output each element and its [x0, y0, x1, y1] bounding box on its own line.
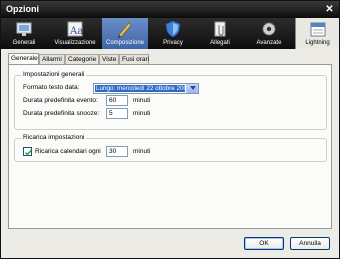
options-toolbar: Generali Aa Visualizzazione Composizione…: [1, 18, 339, 49]
ok-button[interactable]: OK: [244, 237, 284, 250]
tab-panel-generale: Impostazioni generali Formato testo data…: [8, 64, 332, 229]
event-duration-input[interactable]: 60: [106, 95, 128, 106]
reload-interval-unit: minuti: [133, 148, 151, 155]
calendar-icon: [310, 22, 325, 37]
toolbar-generali[interactable]: Generali: [6, 18, 42, 49]
toolbar-lightning[interactable]: Lightning: [295, 18, 339, 49]
reload-checkbox-label: Ricarica calendari ogni: [35, 148, 101, 155]
toolbar-label: Composizione: [105, 40, 145, 46]
toolbar-composizione[interactable]: Composizione: [102, 18, 148, 49]
snooze-duration-label: Durata predefinita snooze:: [23, 110, 100, 117]
toolbar-avanzate[interactable]: Avanzate: [247, 18, 291, 49]
toolbar-label: Allegati: [210, 40, 230, 46]
pen-icon: [118, 22, 132, 38]
chevron-down-icon[interactable]: [186, 84, 198, 93]
paperclip-icon: [214, 21, 226, 37]
font-icon: Aa: [67, 21, 83, 37]
svg-text:Aa: Aa: [69, 26, 83, 37]
snooze-duration-input[interactable]: 5: [106, 108, 128, 119]
options-window: Opzioni ✕ Generali Aa Visualizzazione Co…: [0, 0, 340, 259]
date-format-value: Lungo: mercoledì 22 ottobre 2008: [95, 85, 185, 92]
toolbar-label: Generali: [12, 40, 36, 46]
event-duration-label: Durata predefinita evento:: [23, 97, 98, 104]
date-format-label: Formato testo data:: [23, 84, 80, 91]
date-format-select[interactable]: Lungo: mercoledì 22 ottobre 2008: [93, 83, 199, 94]
cancel-button[interactable]: Annulla: [290, 237, 330, 250]
title-bar: Opzioni ✕: [1, 1, 339, 18]
toolbar-label: Avanzate: [256, 40, 282, 46]
close-button[interactable]: ✕: [323, 3, 336, 16]
group-title: Ricarica impostazioni: [21, 134, 87, 141]
group-title: Impostazioni generali: [21, 71, 87, 78]
event-duration-unit: minuti: [133, 97, 151, 104]
toolbar-visualizzazione[interactable]: Aa Visualizzazione: [50, 18, 100, 49]
general-settings-group: Impostazioni generali Formato testo data…: [14, 71, 327, 130]
gear-icon: [262, 22, 276, 36]
monitor-icon: [16, 22, 32, 36]
reload-checkbox[interactable]: [23, 147, 33, 156]
toolbar-allegati[interactable]: Allegati: [198, 18, 242, 49]
reload-interval-input[interactable]: 30: [106, 146, 128, 157]
toolbar-label: Lightning: [305, 40, 330, 46]
toolbar-privacy[interactable]: Privacy: [151, 18, 195, 49]
reload-settings-group: Ricarica impostazioni Ricarica calendari…: [14, 134, 327, 162]
toolbar-label: Privacy: [163, 40, 183, 46]
window-title: Opzioni: [6, 4, 39, 14]
snooze-duration-unit: minuti: [133, 110, 151, 117]
shield-icon: [165, 20, 181, 38]
toolbar-label: Visualizzazione: [54, 40, 96, 46]
